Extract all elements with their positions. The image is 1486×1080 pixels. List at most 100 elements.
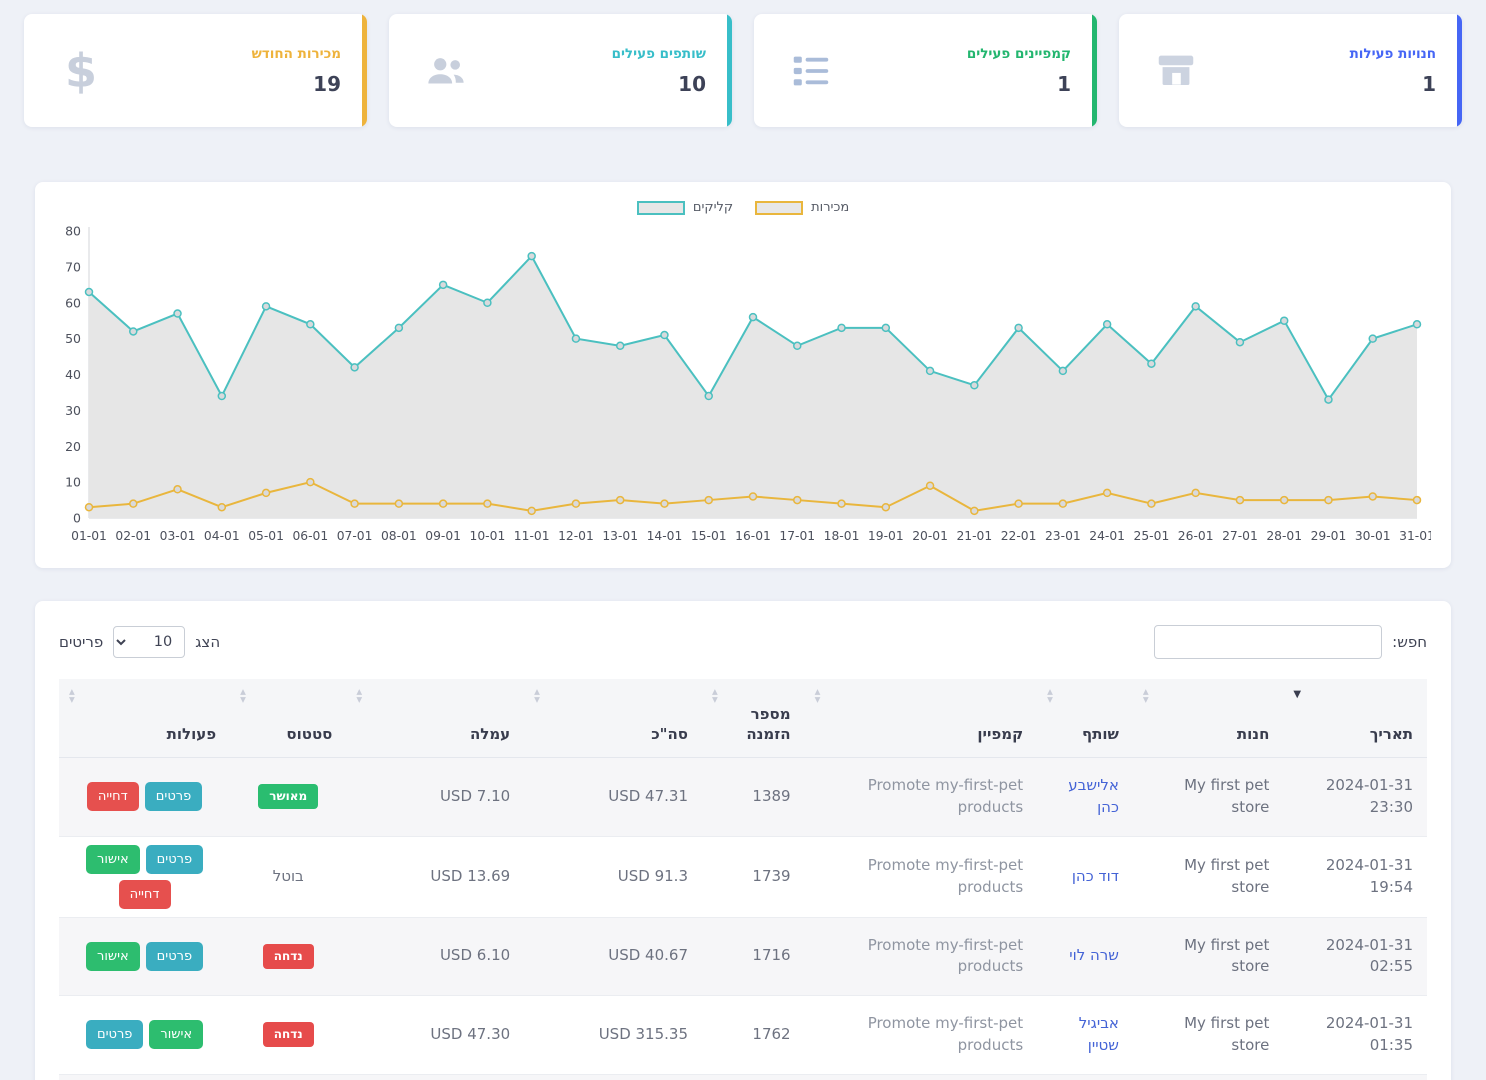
orders-table: ▼תאריך▲▼חנות▲▼שותף▲▼קמפיין▲▼מספר הזמנה▲▼… [59,679,1427,1080]
svg-text:28-01: 28-01 [1266,529,1302,543]
svg-text:13-01: 13-01 [602,529,638,543]
date-cell: 2024-01-3102:55 [1283,917,1427,996]
dashboard-page: חנויות פעילות1קמפיינים פעילים1שותפים פעי… [0,0,1486,1080]
details-button[interactable]: פרטים [146,845,203,874]
svg-text:21-01: 21-01 [956,529,992,543]
svg-text:27-01: 27-01 [1222,529,1258,543]
svg-text:20-01: 20-01 [912,529,948,543]
stats-row: חנויות פעילות1קמפיינים פעילים1שותפים פעי… [24,14,1462,127]
partner-link[interactable]: אביגיל שטיין [1079,1014,1119,1054]
stat-text: מכירות החודש19 [252,46,341,96]
legend-swatch [755,201,803,215]
svg-text:10: 10 [65,475,81,490]
actions-cell: פרטיםאישור [59,917,230,996]
partner-link[interactable]: שרה לוי [1069,946,1119,964]
store-cell: My first pet store [1133,836,1283,917]
commission-cell [346,1074,524,1080]
status-cell: בוטל [230,836,346,917]
svg-text:07-01: 07-01 [337,529,373,543]
search-group: חפש: [1154,625,1427,659]
date-value: 2024-01-31 [1297,775,1413,797]
column-header-total[interactable]: ▲▼סה"כ [524,679,702,758]
legend-item-clicks[interactable]: קליקים [637,200,733,215]
chart-legend: קליקים מכירות [55,200,1431,215]
svg-text:24-01: 24-01 [1089,529,1125,543]
time-value: 01:35 [1297,1035,1413,1057]
reject-button[interactable]: דחייה [87,782,139,811]
reject-button[interactable]: דחייה [119,880,171,909]
svg-text:10-01: 10-01 [470,529,506,543]
column-header-campaign[interactable]: ▲▼קמפיין [805,679,1038,758]
order-number-cell: 1389 [702,758,805,837]
actions-cell: פרטיםאישור [59,1074,230,1080]
stat-card-active-partners: שותפים פעילים10 [389,14,732,127]
total-cell: USD 91.3 [524,836,702,917]
approve-button[interactable]: אישור [149,1020,203,1049]
partner-cell: אביגיל שטיין [1037,996,1133,1075]
svg-text:19-01: 19-01 [868,529,904,543]
stat-value: 1 [1350,72,1436,96]
column-header-date[interactable]: ▼תאריך [1283,679,1427,758]
approve-button[interactable]: אישור [86,942,140,971]
svg-text:50: 50 [65,331,81,346]
commission-cell: USD 13.69 [346,836,524,917]
legend-label: מכירות [811,200,849,215]
date-value: 2024-01-31 [1297,855,1413,877]
details-button[interactable]: פרטים [146,942,203,971]
partner-link[interactable]: דוד כהן [1072,867,1119,885]
stat-text: חנויות פעילות1 [1350,46,1436,96]
status-badge: נדחה [263,944,314,969]
search-input[interactable] [1154,625,1382,659]
partner-cell: שרה לוי [1037,917,1133,996]
total-cell: USD 40.67 [524,917,702,996]
svg-text:20: 20 [65,439,81,454]
store-cell: My first pet store [1133,758,1283,837]
legend-item-sales[interactable]: מכירות [755,200,849,215]
approve-button[interactable]: אישור [86,845,140,874]
column-header-order[interactable]: ▲▼מספר הזמנה [702,679,805,758]
sort-icon: ▲▼ [815,688,821,704]
svg-text:23-01: 23-01 [1045,529,1081,543]
partner-cell: אלישבע כהן [1037,758,1133,837]
actions-cell: פרטיםדחייה [59,758,230,837]
actions-cell: פרטיםאישור דחייה [59,836,230,917]
svg-text:22-01: 22-01 [1001,529,1037,543]
table-controls: חפש: הצג 10 פריטים [59,625,1427,659]
svg-text:70: 70 [65,259,81,274]
order-number-cell: 1739 [702,836,805,917]
details-button[interactable]: פרטים [145,782,202,811]
header-row: ▼תאריך▲▼חנות▲▼שותף▲▼קמפיין▲▼מספר הזמנה▲▼… [59,679,1427,758]
legend-label: קליקים [693,200,733,215]
campaign-cell [805,1074,1038,1080]
table-row: 2024-01-3102:55My first pet storeשרה לוי… [59,917,1427,996]
page-size-select[interactable]: 10 [113,626,185,658]
campaign-cell: Promote my-first-pet products [805,836,1038,917]
sort-icon: ▲▼ [240,688,246,704]
stat-text: שותפים פעילים10 [612,46,706,96]
svg-text:26-01: 26-01 [1178,529,1214,543]
column-header-partner[interactable]: ▲▼שותף [1037,679,1133,758]
chart-canvas: 0102030405060708001-0102-0103-0104-0105-… [55,223,1431,548]
svg-text:05-01: 05-01 [248,529,284,543]
commission-cell: USD 7.10 [346,758,524,837]
status-cell: נדחה [230,996,346,1075]
partner-cell [1037,1074,1133,1080]
stat-value: 19 [252,72,341,96]
svg-text:09-01: 09-01 [425,529,461,543]
table-row: 2024-01-3119:54My first pet storeדוד כהן… [59,836,1427,917]
campaign-cell: Promote my-first-pet products [805,996,1038,1075]
column-header-actions[interactable]: ▲▼פעולות [59,679,230,758]
status-badge: נדחה [263,1022,314,1047]
partner-link[interactable]: אלישבע כהן [1068,776,1119,816]
svg-text:17-01: 17-01 [779,529,815,543]
svg-text:30: 30 [65,403,81,418]
svg-text:30-01: 30-01 [1355,529,1391,543]
total-cell: USD 47.31 [524,758,702,837]
column-header-store[interactable]: ▲▼חנות [1133,679,1283,758]
details-button[interactable]: פרטים [86,1020,143,1049]
stat-card-monthly-sales: מכירות החודש19$ [24,14,367,127]
svg-text:31-01: 31-01 [1399,529,1431,543]
column-header-commission[interactable]: ▲▼עמלה [346,679,524,758]
column-header-status[interactable]: ▲▼סטטוס [230,679,346,758]
stat-card-active-stores: חנויות פעילות1 [1119,14,1462,127]
